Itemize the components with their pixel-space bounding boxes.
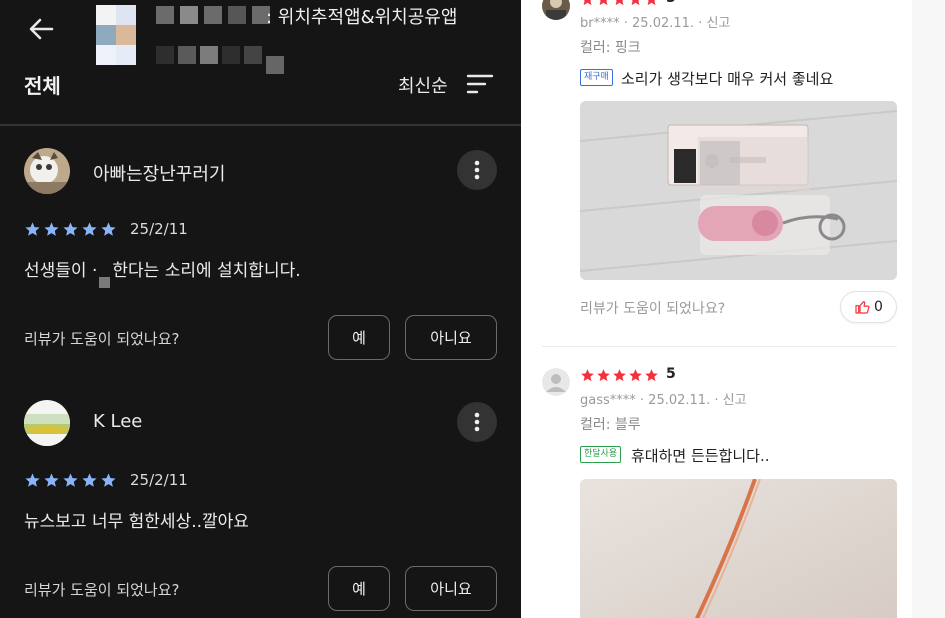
- star-icon: [583, 0, 592, 6]
- review-text: 소리가 생각보다 매우 커서 좋네요: [621, 70, 834, 88]
- reviewer-id: br****: [580, 16, 620, 31]
- one-month-use-badge: 한달사용: [580, 446, 622, 463]
- filter-all-label[interactable]: 전체: [24, 70, 61, 99]
- star-icon: [44, 473, 59, 487]
- repurchase-badge: 재구매: [580, 69, 613, 86]
- product-option: 컬러: 블루: [580, 417, 641, 433]
- star-icon: [25, 473, 40, 487]
- app-icon-censored: [96, 5, 136, 65]
- report-link[interactable]: 신고: [723, 393, 747, 408]
- rating-score: 5: [666, 0, 676, 6]
- star-icon: [629, 369, 642, 382]
- play-store-reviews-panel: : 위치추적앱&위치공유앱 전체 최신순 아빠는장난꾸러기 25/2/11 선생…: [0, 0, 521, 618]
- helpful-yes-button[interactable]: 예: [328, 566, 390, 611]
- star-rating: [580, 368, 659, 383]
- star-icon: [631, 0, 640, 6]
- star-rating: [24, 221, 117, 238]
- star-icon: [25, 222, 40, 236]
- review-text: 뉴스보고 너무 험한세상..깔아요: [24, 512, 249, 532]
- star-icon: [101, 222, 116, 236]
- avatar: [542, 0, 570, 20]
- star-icon: [63, 222, 78, 236]
- star-icon: [101, 473, 116, 487]
- side-strip: [912, 0, 945, 618]
- review-meta: br**** · 25.02.11. · 신고: [580, 12, 730, 31]
- reviewer-id: gass****: [580, 393, 636, 408]
- product-option: 컬러: 핑크: [580, 40, 641, 56]
- review-meta: gass**** · 25.02.11. · 신고: [580, 389, 747, 408]
- review-text-part: 선생들이 ·: [24, 261, 98, 281]
- helpful-no-button[interactable]: 아니요: [405, 566, 497, 611]
- star-icon: [615, 0, 624, 6]
- star-icon: [63, 473, 78, 487]
- review-date: 25/2/11: [130, 220, 188, 238]
- star-rating: [580, 0, 659, 7]
- developer-censored: [156, 46, 284, 74]
- helpful-question: 리뷰가 도움이 되었나요?: [24, 581, 180, 599]
- more-vert-icon: [474, 160, 480, 180]
- star-icon: [647, 0, 656, 6]
- back-arrow-icon[interactable]: [24, 12, 58, 46]
- star-icon: [613, 369, 626, 382]
- review-divider: [542, 346, 897, 347]
- review-text: 선생들이 · 한다는 소리에 설치합니다.: [24, 256, 301, 288]
- star-icon: [82, 222, 97, 236]
- star-icon: [44, 222, 59, 236]
- helpful-question: 리뷰가 도움이 되었나요?: [24, 330, 180, 348]
- meta-separator: ·: [623, 16, 633, 31]
- star-icon: [82, 473, 97, 487]
- rating-score: 5: [666, 366, 676, 382]
- meta-separator: ·: [714, 393, 723, 408]
- shopping-reviews-panel: 5 br**** · 25.02.11. · 신고 컬러: 핑크 재구매 소리가…: [521, 0, 945, 618]
- app-title: : 위치추적앱&위치공유앱: [266, 7, 458, 28]
- reviewer-name: K Lee: [93, 411, 143, 432]
- more-vert-icon: [474, 412, 480, 432]
- review-photo[interactable]: [580, 101, 897, 280]
- review-photo[interactable]: [580, 479, 897, 618]
- star-rating: [24, 472, 117, 489]
- sort-label[interactable]: 최신순: [398, 72, 448, 98]
- review-date: 25.02.11.: [632, 16, 695, 31]
- star-icon: [599, 0, 608, 6]
- review-date: 25/2/11: [130, 471, 188, 489]
- app-name-censored: [156, 6, 270, 24]
- meta-separator: ·: [639, 393, 649, 408]
- helpful-question: 리뷰가 도움이 되었나요?: [580, 301, 726, 317]
- sort-icon[interactable]: [466, 73, 494, 95]
- more-options-button[interactable]: [457, 402, 497, 442]
- header-divider: [0, 124, 521, 126]
- helpful-no-button[interactable]: 아니요: [405, 315, 497, 360]
- review-text: 휴대하면 든든합니다..: [631, 447, 770, 465]
- helpful-yes-button[interactable]: 예: [328, 315, 390, 360]
- more-options-button[interactable]: [457, 150, 497, 190]
- censored-word: [99, 277, 111, 288]
- review-date: 25.02.11.: [648, 393, 711, 408]
- avatar: [24, 148, 70, 194]
- like-count: 0: [874, 299, 883, 315]
- star-icon: [597, 369, 610, 382]
- like-button[interactable]: 0: [840, 291, 897, 323]
- review-text-part: 한다는 소리에 설치합니다.: [112, 261, 301, 281]
- star-icon: [645, 369, 658, 382]
- report-link[interactable]: 신고: [706, 16, 730, 31]
- reviewer-name: 아빠는장난꾸러기: [93, 164, 226, 185]
- star-icon: [581, 369, 594, 382]
- thumbs-up-icon: [855, 301, 870, 314]
- avatar: [24, 400, 70, 446]
- avatar: [542, 368, 570, 396]
